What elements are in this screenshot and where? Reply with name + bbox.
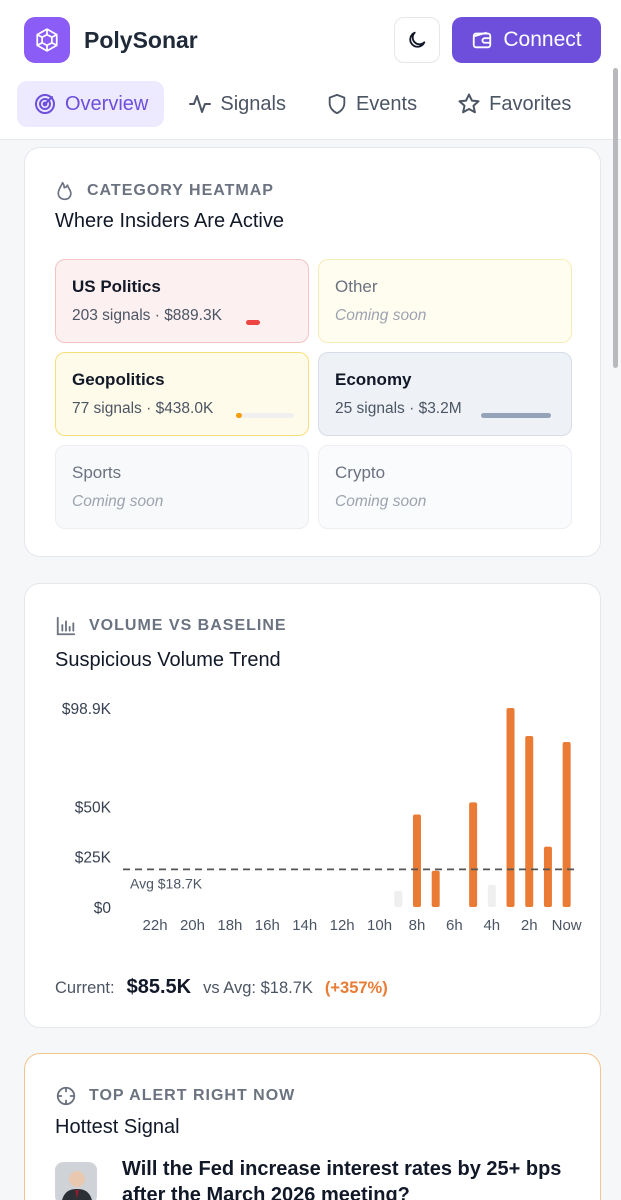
- scrollbar[interactable]: [613, 68, 618, 368]
- category-name: Economy: [335, 370, 412, 389]
- tab-label: Overview: [65, 92, 149, 115]
- volume-bar: [543, 846, 552, 907]
- flame-icon: [57, 181, 72, 201]
- category-status: Coming soon: [335, 493, 427, 510]
- heatmap-title: Where Insiders Are Active: [55, 210, 284, 232]
- volume-bar: [562, 742, 571, 907]
- theme-toggle-button[interactable]: [394, 17, 440, 63]
- category-tile-geopolitics[interactable]: Geopolitics 77 signals · $438.0K: [55, 352, 309, 436]
- connect-label: Connect: [503, 28, 582, 51]
- volume-bar: [525, 735, 534, 907]
- y-tick-label: $25K: [75, 850, 112, 867]
- wallet-icon: [473, 31, 492, 49]
- category-meta: 77 signals · $438.0K: [72, 400, 214, 417]
- x-tick-label: 10h: [367, 917, 392, 934]
- category-meta: 203 signals · $889.3K: [72, 307, 222, 324]
- heatmap-eyebrow: CATEGORY HEATMAP: [55, 180, 274, 202]
- percent-change: (+357%): [324, 979, 388, 997]
- volume-trend-card: VOLUME VS BASELINE Suspicious Volume Tre…: [24, 583, 601, 1028]
- market-thumbnail: [55, 1162, 97, 1200]
- top-alert-card[interactable]: TOP ALERT RIGHT NOW Hottest Signal Will …: [24, 1053, 601, 1200]
- app-name: PolySonar: [84, 27, 198, 53]
- alert-eyebrow: TOP ALERT RIGHT NOW: [55, 1085, 295, 1107]
- shield-icon: [328, 93, 346, 115]
- x-tick-label: 16h: [255, 917, 280, 934]
- current-volume-row: Current: $85.5K vs Avg: $18.7K (+357%): [55, 976, 388, 999]
- y-tick-label: $98.9K: [62, 701, 112, 718]
- volume-bar: [431, 870, 440, 907]
- cube-icon: [36, 28, 58, 52]
- volume-bar: [412, 814, 421, 907]
- alert-title: Hottest Signal: [55, 1116, 180, 1138]
- tab-label: Events: [355, 92, 418, 115]
- moon-icon: [409, 31, 426, 48]
- category-name: Other: [335, 277, 378, 296]
- category-tile-other[interactable]: Other Coming soon: [318, 259, 572, 343]
- tab-signals[interactable]: Signals: [172, 81, 302, 127]
- y-tick-label: $0: [94, 900, 112, 917]
- main-tabs: Overview Signals Events Favorites: [17, 81, 621, 127]
- volume-chart: $98.9K $50K $25K $0 Avg $18.7K 22h 20h 18h 16h 14…: [62, 701, 582, 934]
- connect-button[interactable]: Connect: [452, 17, 601, 63]
- tab-label: Favorites: [489, 92, 572, 115]
- category-heatmap-card: CATEGORY HEATMAP Where Insiders Are Acti…: [24, 147, 601, 557]
- x-tick-label: 18h: [217, 917, 242, 934]
- category-name: Geopolitics: [72, 370, 165, 389]
- current-value: $85.5K: [126, 976, 192, 998]
- category-level-fill: [481, 413, 551, 418]
- person-photo-icon: [56, 1163, 96, 1200]
- volume-bar: [506, 708, 515, 907]
- category-name: Sports: [72, 463, 122, 482]
- category-status: Coming soon: [335, 307, 427, 324]
- category-name: Crypto: [335, 463, 386, 482]
- y-tick-label: $50K: [75, 799, 112, 816]
- category-status: Coming soon: [72, 493, 164, 510]
- category-meta: 25 signals · $3.2M: [335, 400, 462, 417]
- alert-question: Will the Fed increase interest rates by …: [122, 1158, 562, 1200]
- tab-label: Signals: [220, 92, 286, 115]
- baseline-label: Avg $18.7K: [130, 875, 203, 891]
- x-tick-label: Now: [552, 917, 582, 934]
- category-level-bar: [481, 413, 551, 418]
- volume-bar: [394, 890, 403, 907]
- x-tick-label: 6h: [446, 917, 463, 934]
- logo[interactable]: [24, 17, 70, 63]
- volume-bar: [487, 884, 496, 907]
- category-level-bar: [236, 413, 294, 418]
- tab-overview[interactable]: Overview: [17, 81, 165, 127]
- radar-icon: [35, 94, 55, 114]
- avg-text: vs Avg: $18.7K: [203, 979, 313, 997]
- x-tick-label: 4h: [483, 917, 500, 934]
- category-tile-economy[interactable]: Economy 25 signals · $3.2M: [318, 352, 572, 436]
- tab-favorites[interactable]: Favorites: [441, 81, 587, 127]
- category-name: US Politics: [72, 277, 161, 296]
- x-tick-label: 20h: [180, 917, 205, 934]
- x-tick-label: 8h: [409, 917, 426, 934]
- category-level-fill: [236, 413, 242, 418]
- category-level-bar: [246, 320, 296, 325]
- category-tile-sports[interactable]: Sports Coming soon: [55, 445, 309, 529]
- star-icon: [458, 93, 480, 114]
- volume-bar: [469, 802, 478, 907]
- top-bar: PolySonar Connect Overview Signals Event…: [0, 0, 621, 368]
- x-tick-label: 22h: [143, 917, 168, 934]
- activity-icon: [189, 95, 212, 113]
- category-tile-crypto[interactable]: Crypto Coming soon: [318, 445, 572, 529]
- x-tick-label: 14h: [292, 917, 317, 934]
- tab-events[interactable]: Events: [310, 81, 433, 127]
- current-label: Current:: [55, 979, 115, 997]
- category-tile-us-politics[interactable]: US Politics 203 signals · $889.3K: [55, 259, 309, 343]
- x-tick-label: 2h: [521, 917, 538, 934]
- crosshair-icon: [56, 1086, 76, 1106]
- category-level-fill: [246, 320, 260, 325]
- x-tick-label: 12h: [330, 917, 355, 934]
